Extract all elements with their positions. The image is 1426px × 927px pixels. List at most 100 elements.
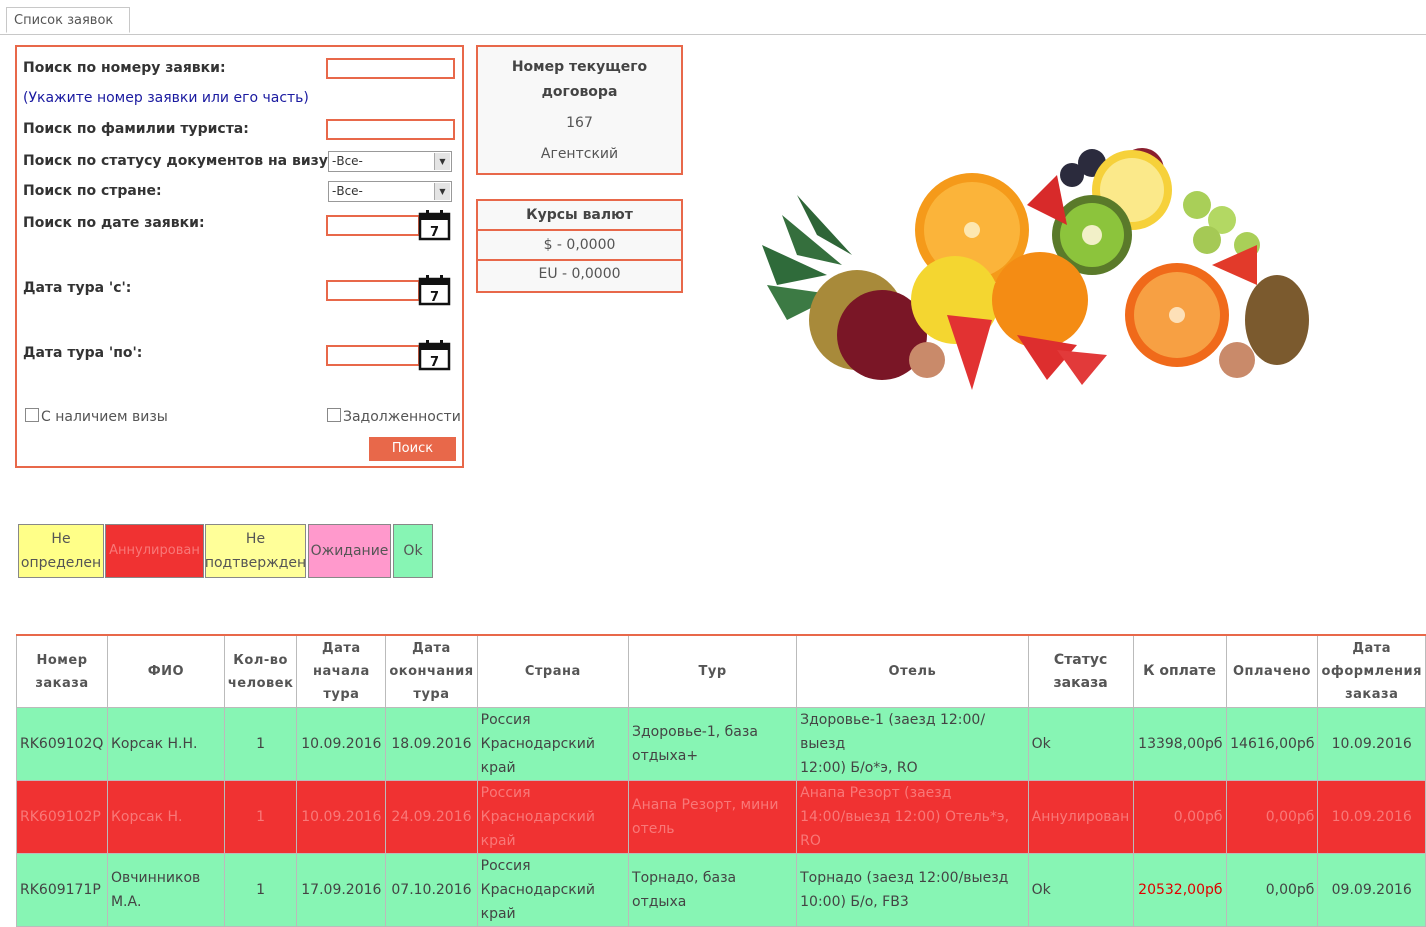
table-header-row: Номер заказа ФИО Кол-во человек Дата начала… <box>16 635 1426 708</box>
kiwi-center <box>1082 225 1102 245</box>
table-row[interactable]: RK609171P Овчинников М.А. 1 17.09.2016 07… <box>16 853 1426 927</box>
col-header-paid[interactable]: Оплачено <box>1225 635 1319 708</box>
col-header-people[interactable]: Кол-во человек <box>223 635 298 708</box>
tour-to-input[interactable] <box>326 345 420 366</box>
cell-country: Россия Краснодарский край <box>476 853 630 927</box>
cell-end: 18.09.2016 <box>385 707 478 781</box>
grapes-dark <box>1060 163 1084 187</box>
calendar-day-text: 7 <box>430 225 439 240</box>
calendar-day-text: 7 <box>430 355 439 370</box>
legend-unconfirmed-line1: Не <box>245 531 266 547</box>
order-date-label: Поиск по дате заявки: <box>23 215 205 231</box>
surname-input[interactable] <box>326 119 455 140</box>
cell-country: Россия Краснодарский край <box>476 707 630 781</box>
calendar-icon[interactable]: 7 <box>418 209 451 241</box>
contract-number: 167 <box>566 115 593 131</box>
chevron-down-icon[interactable]: ▼ <box>434 153 450 170</box>
calendar-icon[interactable]: 7 <box>418 339 451 371</box>
lychee <box>909 342 945 378</box>
tab-bar: Список заявок <box>0 0 1426 35</box>
checkbox-box[interactable] <box>25 408 39 422</box>
tour-from-label: Дата тура 'с': <box>23 280 132 296</box>
rates-title: Курсы валют <box>526 207 633 223</box>
cell-paid: 14616,00рб <box>1225 707 1319 781</box>
tour-to-label: Дата тура 'по': <box>23 345 143 361</box>
search-panel: Поиск по номеру заявки: (Укажите номер з… <box>15 45 464 468</box>
cell-to-pay: 20532,00рб <box>1132 853 1227 927</box>
cell-to-pay: 13398,00рб <box>1132 707 1227 781</box>
cell-hotel: Торнадо (заезд 12:00/выезд 10:00) Б/о, FB… <box>796 853 1029 927</box>
col-header-hotel[interactable]: Отель <box>796 635 1029 708</box>
visa-status-select[interactable]: -Все- ▼ <box>328 151 452 172</box>
cell-fio: Корсак Н. <box>106 780 225 854</box>
checkbox-box[interactable] <box>327 408 341 422</box>
cell-people: 1 <box>223 707 298 781</box>
kiwi-whole <box>1245 275 1309 365</box>
country-select[interactable]: -Все- ▼ <box>328 181 452 202</box>
chevron-down-icon[interactable]: ▼ <box>434 183 450 200</box>
col-header-end[interactable]: Дата окончания тура <box>385 635 478 708</box>
cell-hotel: Анапа Резорт (заезд 14:00/выезд 12:00) От… <box>796 780 1029 854</box>
contract-title-line1: Номер текущего <box>511 59 648 75</box>
cell-created: 09.09.2016 <box>1317 853 1426 927</box>
calendar-icon[interactable]: 7 <box>418 274 451 306</box>
search-button[interactable]: Поиск <box>369 437 456 461</box>
legend-unconfirmed-line2: подтвержден <box>204 555 307 571</box>
legend-undefined-line1: Не <box>51 531 71 547</box>
with-visa-checkbox[interactable]: С наличием визы <box>25 408 168 425</box>
debts-checkbox[interactable]: Задолженности <box>327 408 461 425</box>
divider <box>478 229 681 231</box>
col-header-country[interactable]: Страна <box>476 635 630 708</box>
table-row[interactable]: RK609102P Корсак Н. 1 10.09.2016 24.09.2… <box>16 780 1426 854</box>
col-header-fio[interactable]: ФИО <box>106 635 225 708</box>
cell-end: 24.09.2016 <box>385 780 478 854</box>
orders-table: Номер заказа ФИО Кол-во человек Дата начала… <box>16 635 1426 927</box>
col-header-tour[interactable]: Тур <box>628 635 798 708</box>
cell-paid: 0,00рб <box>1225 780 1319 854</box>
cell-hotel: Здоровье-1 (заезд 12:00/ выезд 12:00) Б/о… <box>796 707 1029 781</box>
cell-number[interactable]: RK609102Q <box>16 707 108 781</box>
contract-box: Номер текущего договора 167 Агентский <box>476 45 683 175</box>
cell-fio: Корсак Н.Н. <box>106 707 225 781</box>
col-header-status[interactable]: Статус заказа <box>1027 635 1134 708</box>
legend-undefined: Не определен <box>18 524 104 578</box>
cell-paid: 0,00рб <box>1225 853 1319 927</box>
legend-unconfirmed: Не подтвержден <box>205 524 306 578</box>
cell-start: 17.09.2016 <box>296 853 387 927</box>
cell-created: 10.09.2016 <box>1317 780 1426 854</box>
debts-label: Задолженности <box>343 409 461 425</box>
tour-from-input[interactable] <box>326 280 420 301</box>
cell-start: 10.09.2016 <box>296 780 387 854</box>
cell-country: Россия Краснодарский край <box>476 780 630 854</box>
fruit-image <box>762 148 1309 390</box>
tab-orders-list[interactable]: Список заявок <box>6 7 130 33</box>
order-date-input[interactable] <box>326 215 420 236</box>
cell-tour: Торнадо, база отдыха <box>628 853 798 927</box>
cell-people: 1 <box>223 853 298 927</box>
col-header-number[interactable]: Номер заказа <box>16 635 108 708</box>
cell-start: 10.09.2016 <box>296 707 387 781</box>
table-row[interactable]: RK609102Q Корсак Н.Н. 1 10.09.2016 18.09… <box>16 707 1426 781</box>
cell-status: Ok <box>1027 707 1134 781</box>
lychee <box>1219 342 1255 378</box>
cell-end: 07.10.2016 <box>385 853 478 927</box>
strawberry <box>1027 175 1067 225</box>
col-header-to-pay[interactable]: К оплате <box>1132 635 1227 708</box>
col-header-created[interactable]: Дата оформления заказа <box>1317 635 1426 708</box>
legend-undefined-line2: определен <box>20 555 102 571</box>
order-number-input[interactable] <box>326 58 455 79</box>
surname-label: Поиск по фамилии туриста: <box>23 121 249 137</box>
country-label: Поиск по стране: <box>23 183 162 199</box>
grape-green <box>1193 226 1221 254</box>
table-top-border <box>16 634 1426 636</box>
usd-rate: $ - 0,0000 <box>543 237 616 253</box>
currency-rates-box: Курсы валют $ - 0,0000 EU - 0,0000 <box>476 199 683 293</box>
cell-number[interactable]: RK609102P <box>16 780 108 854</box>
grapefruit-center <box>1169 307 1185 323</box>
col-header-start[interactable]: Дата начала тура <box>296 635 387 708</box>
country-value: -Все- <box>332 184 363 198</box>
strawberry <box>1212 245 1257 285</box>
cell-number[interactable]: RK609171P <box>16 853 108 927</box>
orange-center <box>964 222 980 238</box>
calendar-day-text: 7 <box>430 290 439 305</box>
